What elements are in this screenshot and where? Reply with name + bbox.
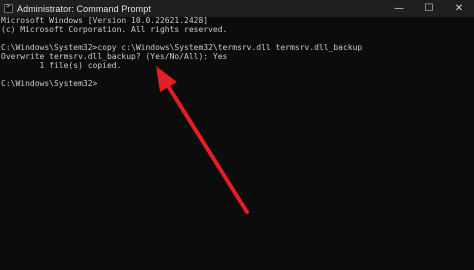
- red-arrow-icon: [156, 66, 249, 214]
- arrow-shaft: [166, 84, 249, 214]
- arrow-head: [156, 66, 177, 92]
